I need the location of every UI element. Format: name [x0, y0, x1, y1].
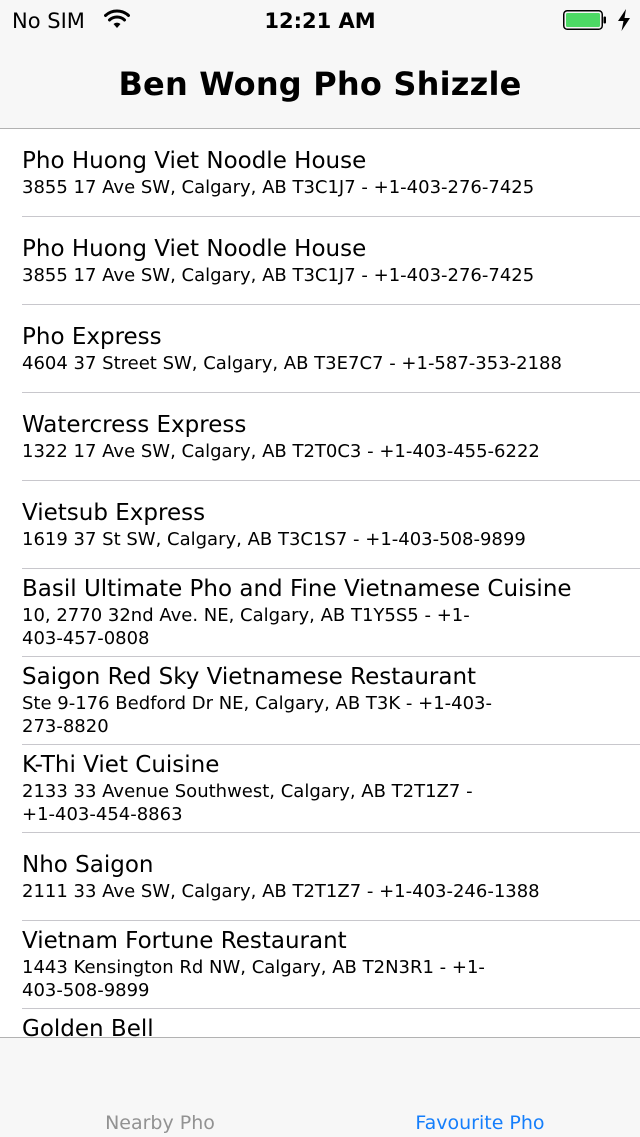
tab-nearby-pho[interactable]: Nearby Pho	[0, 1038, 320, 1137]
list-item[interactable]: Pho Express 4604 37 Street SW, Calgary, …	[0, 305, 640, 393]
list-item[interactable]: Watercress Express 1322 17 Ave SW, Calga…	[0, 393, 640, 481]
restaurant-address-phone: 10, 2770 32nd Ave. NE, Calgary, AB T1Y5S…	[22, 605, 470, 649]
restaurant-name: Nho Saigon	[22, 852, 154, 878]
list-item[interactable]: Nho Saigon 2111 33 Ave SW, Calgary, AB T…	[0, 833, 640, 921]
restaurant-name: Pho Huong Viet Noodle House	[22, 148, 367, 174]
restaurant-name: Pho Express	[22, 324, 162, 350]
tab-favourite-pho[interactable]: Favourite Pho	[320, 1038, 640, 1137]
restaurant-list[interactable]: Pho Huong Viet Noodle House 3855 17 Ave …	[0, 129, 640, 1037]
restaurant-name: Vietsub Express	[22, 500, 206, 526]
restaurant-address-phone: Ste 9-176 Bedford Dr NE, Calgary, AB T3K…	[22, 693, 493, 737]
battery-icon	[563, 10, 606, 30]
tab-label: Favourite Pho	[415, 1112, 545, 1134]
list-item[interactable]: Vietnam Fortune Restaurant 1443 Kensingt…	[0, 921, 640, 1009]
restaurant-name: Vietnam Fortune Restaurant	[22, 928, 347, 954]
tab-bar: Nearby Pho Favourite Pho	[0, 1037, 640, 1137]
clock: 12:21 AM	[264, 9, 376, 33]
list-item[interactable]: Basil Ultimate Pho and Fine Vietnamese C…	[0, 569, 640, 657]
restaurant-address-phone: 4604 37 Street SW, Calgary, AB T3E7C7 - …	[22, 353, 562, 374]
restaurant-name: Basil Ultimate Pho and Fine Vietnamese C…	[22, 576, 572, 602]
restaurant-name: Watercress Express	[22, 412, 247, 438]
restaurant-address-phone: 1619 37 St SW, Calgary, AB T3C1S7 - +1-4…	[22, 529, 526, 550]
list-item[interactable]: Saigon Red Sky Vietnamese Restaurant Ste…	[0, 657, 640, 745]
restaurant-address-phone: 2133 33 Avenue Southwest, Calgary, AB T2…	[22, 781, 473, 825]
page-title: Ben Wong Pho Shizzle	[118, 65, 522, 103]
list-item[interactable]: K-Thi Viet Cuisine 2133 33 Avenue Southw…	[0, 745, 640, 833]
restaurant-address-phone: 1322 17 Ave SW, Calgary, AB T2T0C3 - +1-…	[22, 441, 540, 462]
restaurant-name: K-Thi Viet Cuisine	[22, 752, 220, 778]
tab-label: Nearby Pho	[105, 1112, 215, 1134]
restaurant-address-phone: 3855 17 Ave SW, Calgary, AB T3C1J7 - +1-…	[22, 265, 535, 286]
restaurant-address-phone: 1443 Kensington Rd NW, Calgary, AB T2N3R…	[22, 957, 485, 1001]
restaurant-name: Pho Huong Viet Noodle House	[22, 236, 367, 262]
restaurant-name: Saigon Red Sky Vietnamese Restaurant	[22, 664, 477, 690]
list-item[interactable]: Vietsub Express 1619 37 St SW, Calgary, …	[0, 481, 640, 569]
charging-bolt-icon	[618, 9, 630, 31]
restaurant-name: Golden Bell	[22, 1016, 154, 1037]
list-item[interactable]: Golden Bell	[0, 1009, 640, 1037]
restaurant-address-phone: 3855 17 Ave SW, Calgary, AB T3C1J7 - +1-…	[22, 177, 535, 198]
list-item[interactable]: Pho Huong Viet Noodle House 3855 17 Ave …	[0, 217, 640, 305]
navigation-bar: Ben Wong Pho Shizzle	[0, 40, 640, 129]
status-bar: No SIM 12:21 AM	[0, 0, 640, 40]
restaurant-address-phone: 2111 33 Ave SW, Calgary, AB T2T1Z7 - +1-…	[22, 881, 540, 902]
list-item[interactable]: Pho Huong Viet Noodle House 3855 17 Ave …	[0, 129, 640, 217]
